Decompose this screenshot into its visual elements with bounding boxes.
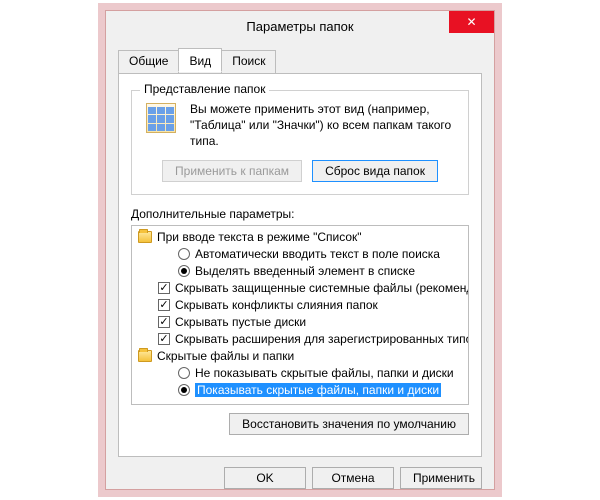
cancel-button[interactable]: Отмена bbox=[312, 467, 394, 489]
tree-group-hidden-files: Скрытые файлы и папки bbox=[134, 348, 466, 365]
ok-button[interactable]: OK bbox=[224, 467, 306, 489]
dialog-footer: OK Отмена Применить bbox=[118, 457, 482, 489]
tree-option-dont-show-hidden[interactable]: Не показывать скрытые файлы, папки и дис… bbox=[134, 365, 466, 382]
folder-views-group: Представление папок Вы можете применить … bbox=[131, 90, 469, 195]
radio-icon bbox=[178, 265, 190, 277]
folder-icon bbox=[138, 231, 152, 243]
checkbox-icon bbox=[158, 299, 170, 311]
close-button[interactable]: ✕ bbox=[449, 11, 494, 33]
tree-check-hide-protected[interactable]: Скрывать защищенные системные файлы (рек… bbox=[134, 280, 466, 297]
folder-views-desc: Вы можете применить этот вид (например, … bbox=[190, 101, 456, 150]
window-title: Параметры папок bbox=[246, 19, 353, 34]
advanced-settings-label: Дополнительные параметры: bbox=[131, 207, 469, 221]
title-bar: Параметры папок ✕ bbox=[106, 11, 494, 41]
radio-icon bbox=[178, 367, 190, 379]
reset-folders-button[interactable]: Сброс вида папок bbox=[312, 160, 438, 182]
folder-views-group-title: Представление папок bbox=[140, 82, 269, 96]
folder-view-icon bbox=[144, 101, 182, 139]
close-icon: ✕ bbox=[466, 15, 476, 29]
tab-strip: Общие Вид Поиск bbox=[118, 50, 482, 74]
tab-view[interactable]: Вид bbox=[178, 48, 222, 72]
tree-check-hide-merge[interactable]: Скрывать конфликты слияния папок bbox=[134, 297, 466, 314]
tree-option-auto-search[interactable]: Автоматически вводить текст в поле поиск… bbox=[134, 246, 466, 263]
restore-defaults-button[interactable]: Восстановить значения по умолчанию bbox=[229, 413, 469, 435]
radio-icon bbox=[178, 248, 190, 260]
apply-button[interactable]: Применить bbox=[400, 467, 482, 489]
tree-check-hide-empty[interactable]: Скрывать пустые диски bbox=[134, 314, 466, 331]
advanced-settings-tree[interactable]: При вводе текста в режиме "Список" Автом… bbox=[131, 225, 469, 405]
tab-panel-view: Представление папок Вы можете применить … bbox=[118, 73, 482, 457]
dialog-body: Общие Вид Поиск Представление папок Вы м… bbox=[106, 41, 494, 489]
tab-search[interactable]: Поиск bbox=[221, 50, 276, 74]
checkbox-icon bbox=[158, 316, 170, 328]
checkbox-icon bbox=[158, 333, 170, 345]
folder-icon bbox=[138, 350, 152, 362]
apply-to-folders-button: Применить к папкам bbox=[162, 160, 302, 182]
tree-check-hide-ext[interactable]: Скрывать расширения для зарегистрированн… bbox=[134, 331, 466, 348]
tree-option-show-hidden[interactable]: Показывать скрытые файлы, папки и диски bbox=[134, 382, 466, 399]
radio-icon bbox=[178, 384, 190, 396]
checkbox-icon bbox=[158, 282, 170, 294]
folder-options-dialog: Параметры папок ✕ Общие Вид Поиск Предст… bbox=[105, 10, 495, 490]
tree-group-list-input: При вводе текста в режиме "Список" bbox=[134, 229, 466, 246]
tab-general[interactable]: Общие bbox=[118, 50, 179, 74]
tree-option-select-typed[interactable]: Выделять введенный элемент в списке bbox=[134, 263, 466, 280]
